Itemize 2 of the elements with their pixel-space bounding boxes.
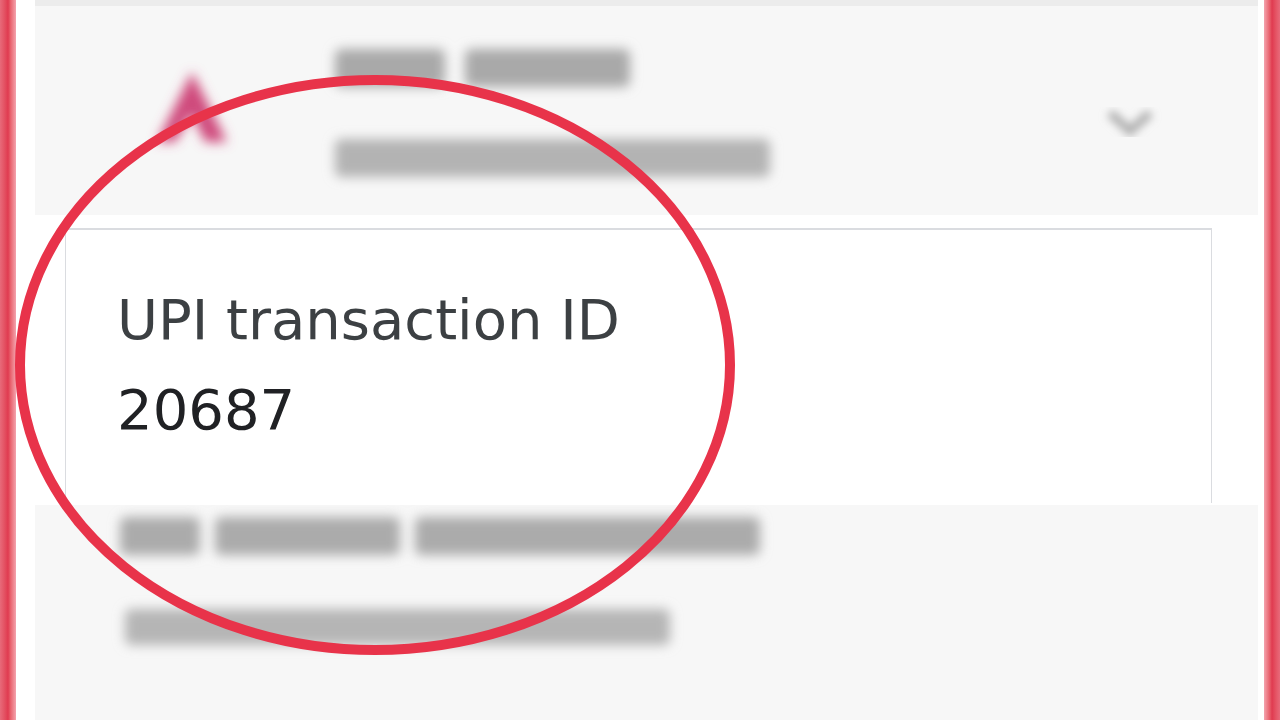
- transaction-id-label: UPI transaction ID: [117, 286, 620, 354]
- transaction-id-value: 20687: [117, 376, 296, 444]
